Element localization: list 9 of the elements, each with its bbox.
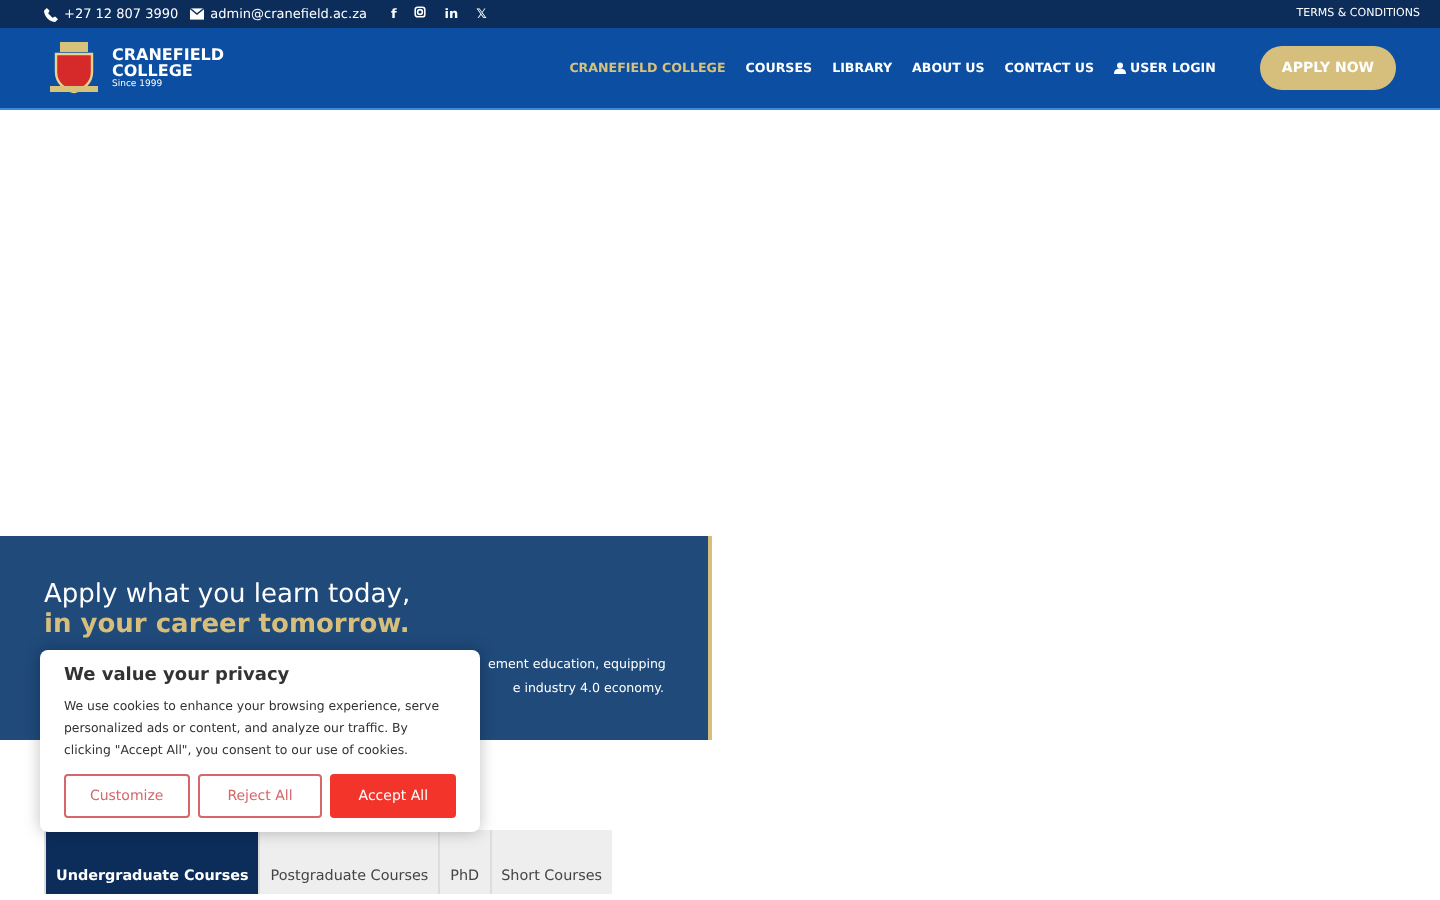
mail-icon (190, 8, 205, 20)
instagram-icon[interactable] (414, 6, 427, 18)
hero-title: Apply what you learn today, (44, 580, 413, 610)
college-name: CRANEFIELD COLLEGE (112, 47, 225, 79)
crest-icon[interactable] (48, 40, 100, 96)
phone-icon (44, 7, 58, 21)
user-icon (1113, 62, 1126, 74)
cookie-title: We value your privacy (64, 666, 292, 686)
hero-subtitle: in your career tomorrow. (44, 610, 412, 640)
